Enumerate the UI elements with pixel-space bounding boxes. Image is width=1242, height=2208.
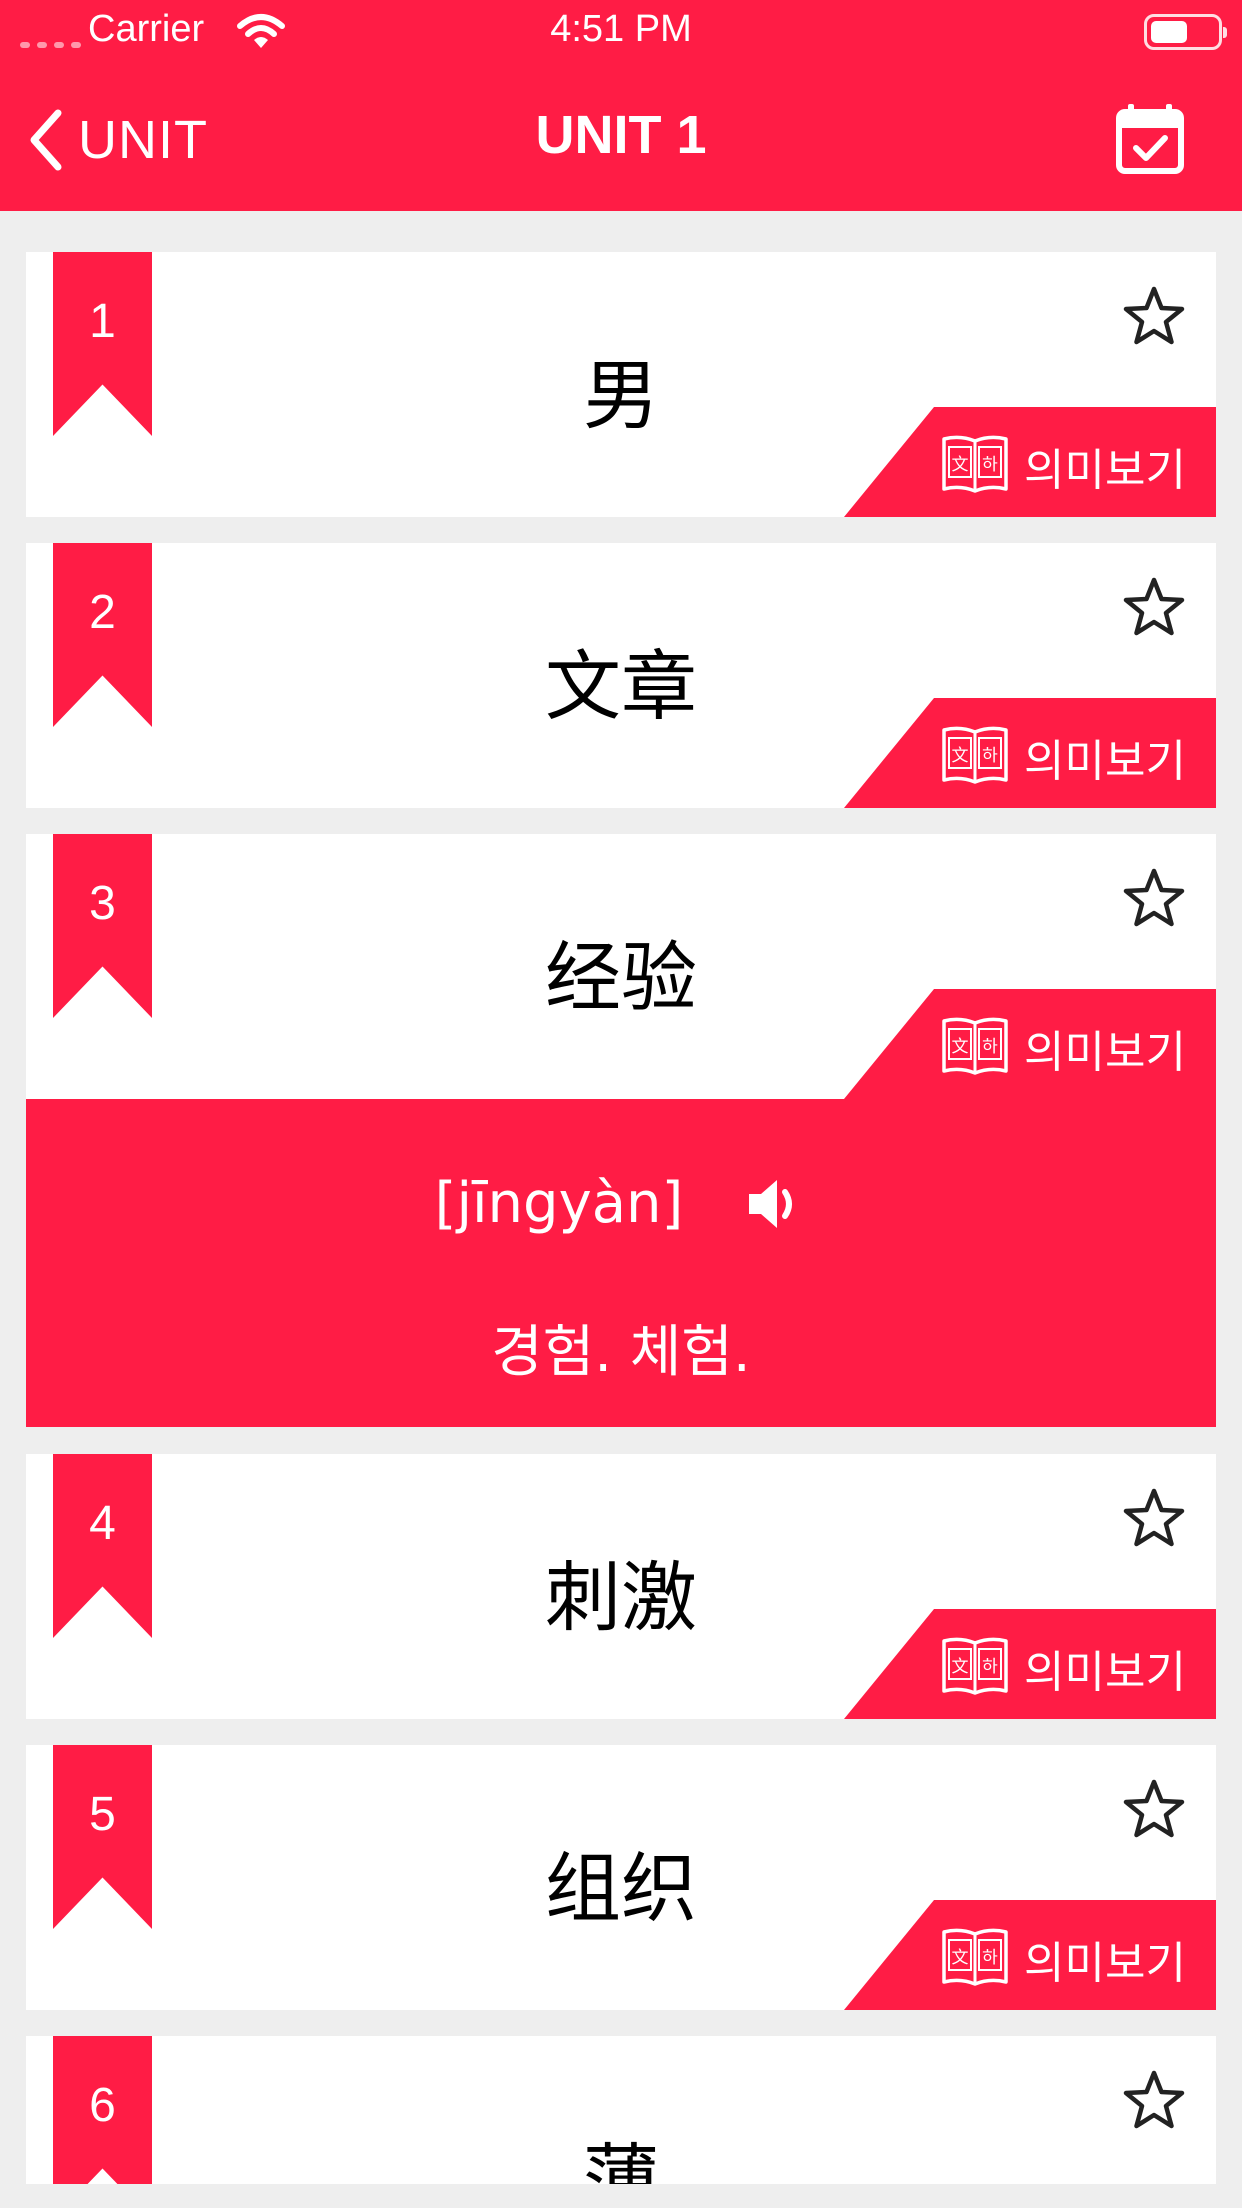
dictionary-icon: 文하 [940, 1013, 1010, 1081]
svg-text:文: 文 [952, 1657, 969, 1677]
dictionary-icon: 文하 [940, 722, 1010, 790]
svg-text:文: 文 [952, 1037, 969, 1057]
star-icon[interactable] [1122, 2068, 1186, 2132]
chinese-word: 薄 [583, 2135, 659, 2184]
status-time: 4:51 PM [550, 8, 692, 50]
star-icon[interactable] [1122, 1486, 1186, 1550]
star-icon[interactable] [1122, 866, 1186, 930]
svg-text:하: 하 [982, 746, 998, 766]
dictionary-icon: 文하 [940, 1924, 1010, 1992]
view-meaning-label: 의미보기 [1024, 1647, 1186, 1698]
battery-icon [1144, 14, 1227, 50]
dictionary-icon: 文하 [940, 1633, 1010, 1701]
back-button[interactable]: UNIT [28, 100, 208, 180]
view-meaning-label: 의미보기 [1024, 1027, 1186, 1078]
chevron-left-icon [30, 109, 62, 171]
svg-text:하: 하 [982, 1037, 998, 1057]
speaker-icon[interactable] [743, 1172, 807, 1236]
pinyin-text: [jīngyàn] [434, 1171, 684, 1236]
calendar-check-icon[interactable] [1116, 104, 1184, 174]
korean-meaning: 경험. 체험. [491, 1320, 751, 1385]
back-label: UNIT [78, 110, 208, 170]
star-icon[interactable] [1122, 1777, 1186, 1841]
word-card[interactable]: 2 文章文 하 의미보기 [26, 543, 1216, 808]
view-meaning-label: 의미보기 [1024, 1938, 1186, 1989]
dictionary-icon: 文하 [940, 431, 1010, 499]
svg-text:하: 하 [982, 1657, 998, 1677]
word-detail-panel: [jīngyàn] 경험. 체험. [26, 1099, 1216, 1427]
view-meaning-label: 의미보기 [1024, 445, 1186, 496]
view-meaning-label: 의미보기 [1024, 736, 1186, 787]
svg-text:文: 文 [952, 1948, 969, 1968]
svg-text:하: 하 [982, 455, 998, 475]
word-card[interactable]: 5 组织文 하 의미보기 [26, 1745, 1216, 2010]
svg-text:文: 文 [952, 455, 969, 475]
word-card[interactable]: 3 经验文 하 의미보기 [26, 834, 1216, 1099]
navigation-header: Carrier 4:51 PM UNIT UNIT 1 [0, 0, 1242, 211]
svg-text:하: 하 [982, 1948, 998, 1968]
word-card[interactable]: 6薄 [26, 2036, 1216, 2184]
svg-text:文: 文 [952, 746, 969, 766]
word-card[interactable]: 1 男文 하 의미보기 [26, 252, 1216, 517]
star-icon[interactable] [1122, 284, 1186, 348]
word-card[interactable]: 4 刺激文 하 의미보기 [26, 1454, 1216, 1719]
status-bar: Carrier 4:51 PM [0, 0, 1242, 64]
star-icon[interactable] [1122, 575, 1186, 639]
